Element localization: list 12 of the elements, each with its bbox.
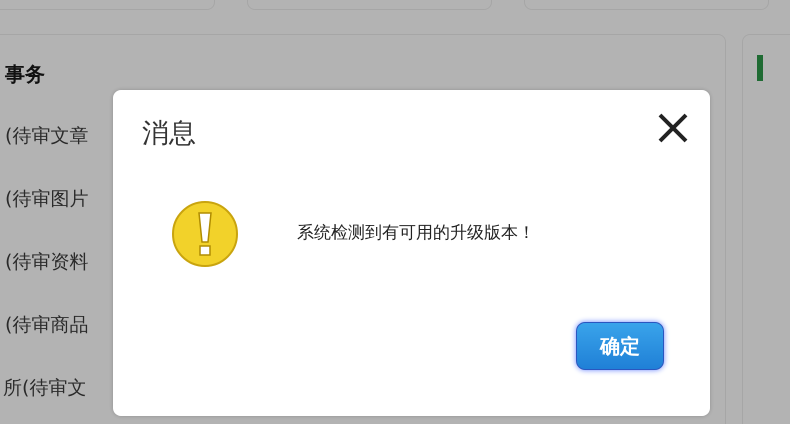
dialog-message: 系统检测到有可用的升级版本！ <box>297 222 535 246</box>
task-item: (待审文章 <box>5 124 88 149</box>
task-item: (待审资料 <box>5 250 88 275</box>
task-item: 所(待审文 <box>3 376 86 401</box>
warning-icon <box>171 200 239 268</box>
section-heading: 事务 <box>5 61 45 88</box>
accent-bar <box>757 55 763 81</box>
task-item: (待审图片 <box>5 187 88 212</box>
close-icon <box>657 112 689 144</box>
task-item: (待审商品 <box>5 313 88 338</box>
confirm-button[interactable]: 确定 <box>576 322 664 370</box>
dialog-title: 消息 <box>142 117 196 151</box>
